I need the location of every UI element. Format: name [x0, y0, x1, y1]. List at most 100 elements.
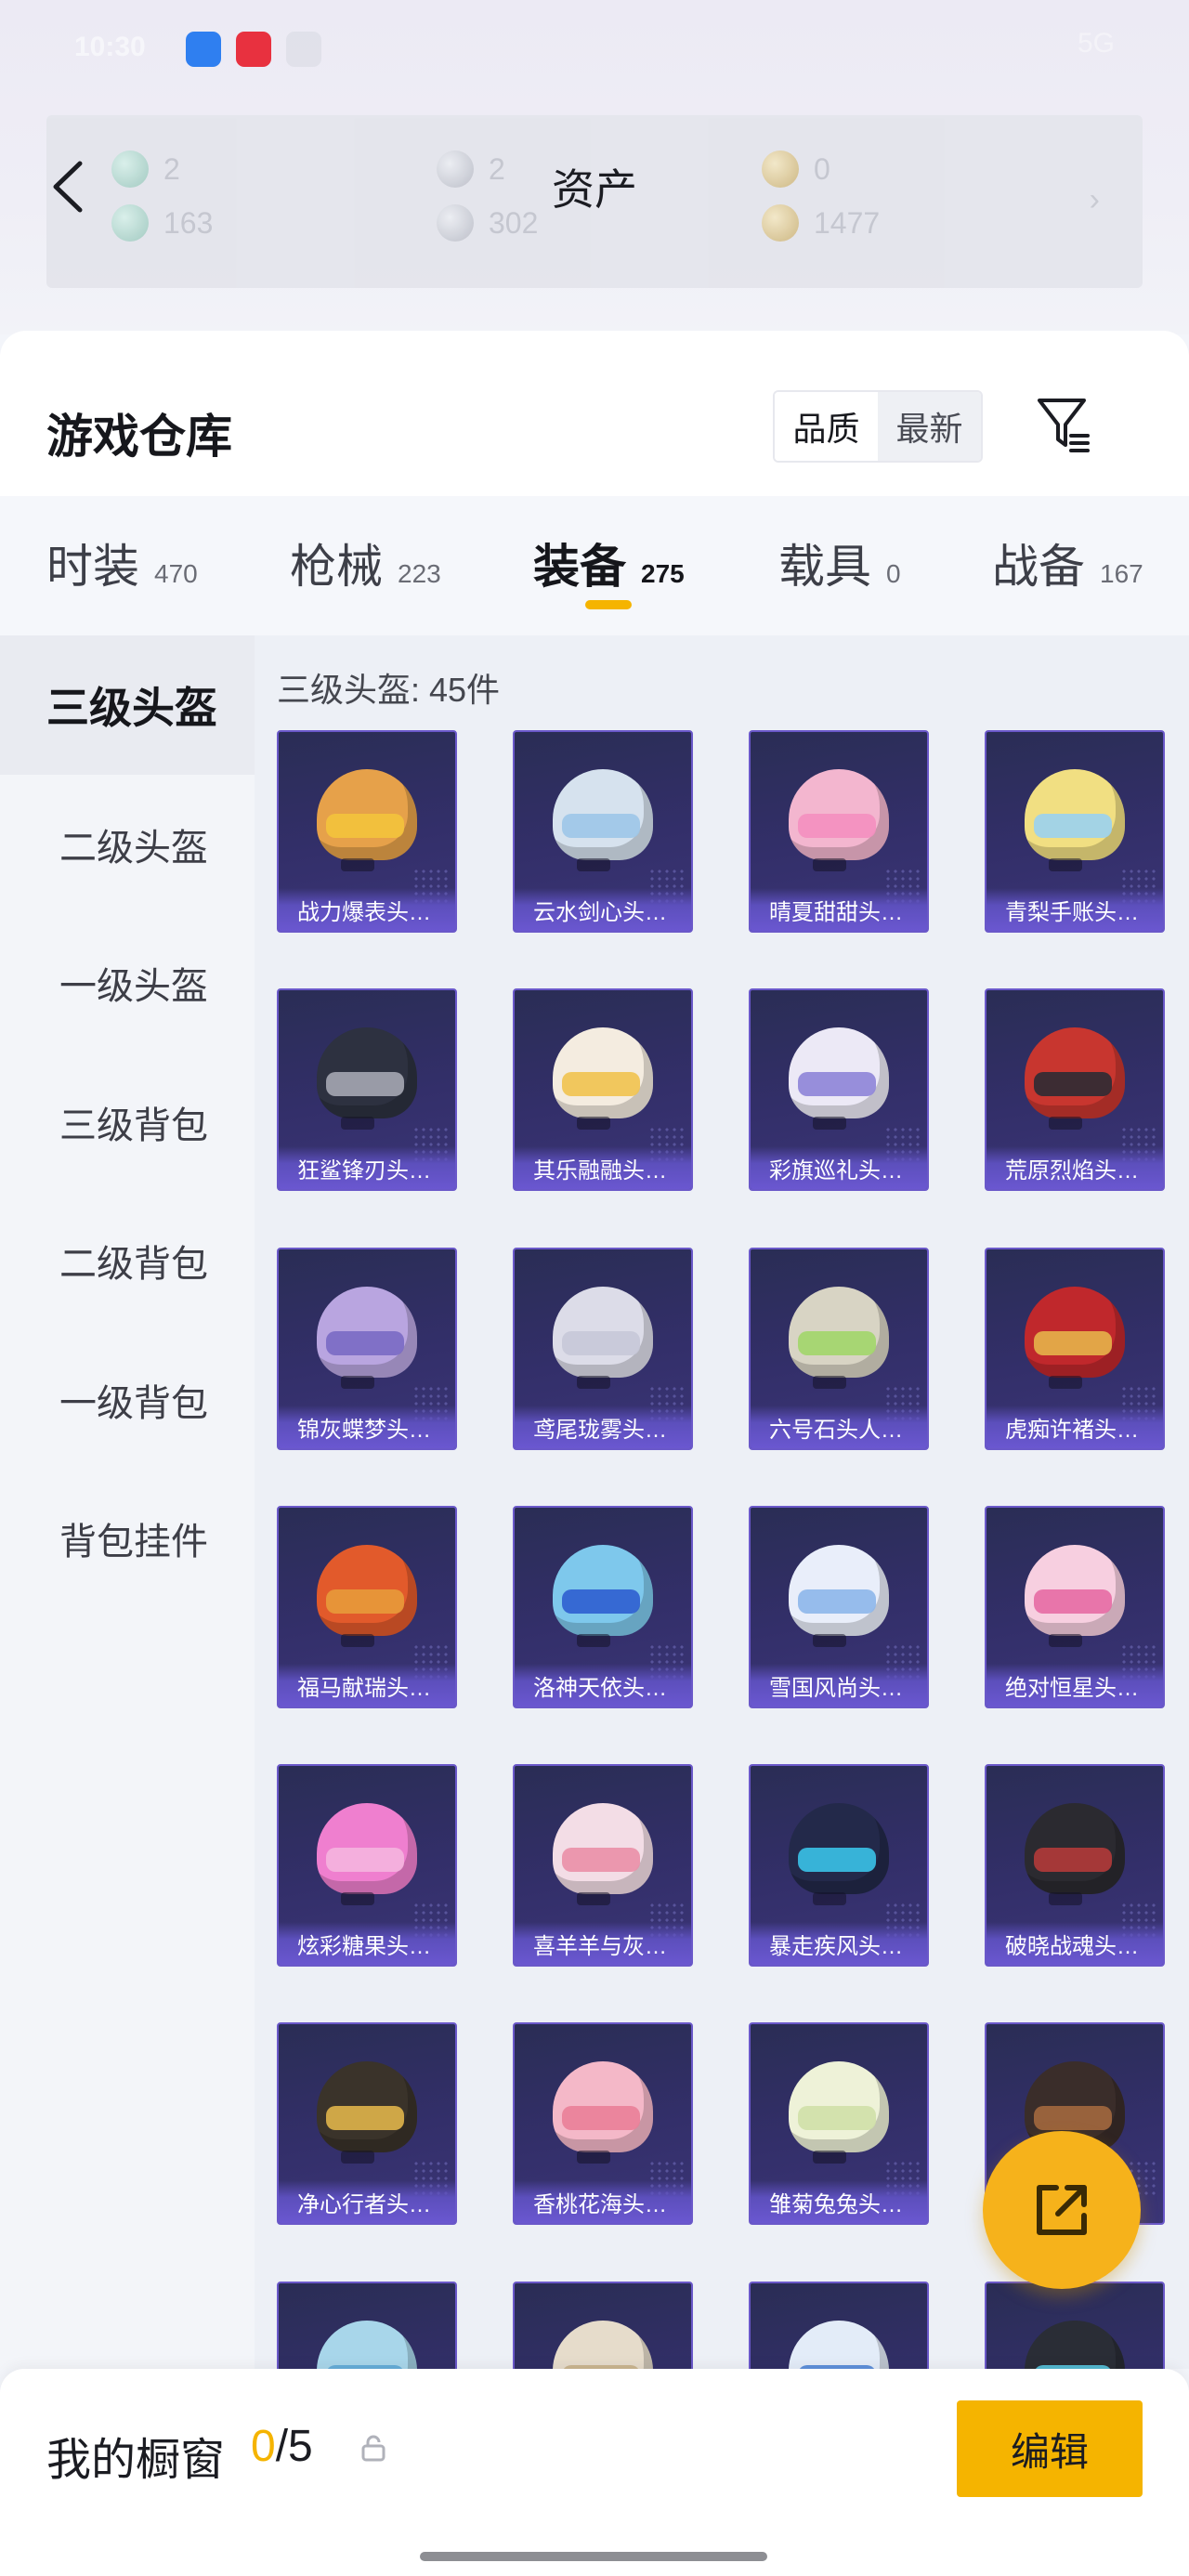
sidebar-item-6[interactable]: 背包挂件 [0, 1469, 255, 1608]
item-name: 彩旗巡礼头… [769, 1157, 903, 1183]
helmet-strap [341, 1376, 374, 1389]
share-button[interactable] [983, 2131, 1141, 2289]
item-card[interactable] [277, 2282, 457, 2369]
status-bar: 10:30 5G [0, 0, 1189, 102]
edit-showcase-button[interactable]: 编辑 [957, 2400, 1143, 2497]
helmet-visor [1034, 814, 1112, 838]
tab-label: 时装 [46, 541, 139, 593]
item-name: 破晓战魂头… [1005, 1933, 1139, 1959]
helmet-visor [326, 1589, 404, 1614]
item-card[interactable]: 彩旗巡礼头… [749, 988, 929, 1191]
item-card[interactable]: 雏菊兔兔头… [749, 2022, 929, 2225]
helmet-strap [577, 2151, 610, 2164]
item-name: 云水剑心头… [533, 899, 667, 925]
sort-option-newest[interactable]: 最新 [878, 392, 981, 461]
item-name-bar: 狂鲨锋刃头… [279, 1146, 455, 1189]
helmet-visor [1034, 1072, 1112, 1096]
item-card[interactable]: 青梨手账头… [985, 730, 1165, 933]
item-card[interactable]: 香桃花海头… [513, 2022, 693, 2225]
top-header-area: 10:30 5G 2 2 0 163 302 1477 资产 › [0, 0, 1189, 334]
helmet-strap [577, 1376, 610, 1389]
helmet-visor [798, 1331, 876, 1355]
item-card[interactable]: 暴走疾风头… [749, 1764, 929, 1967]
item-card[interactable]: 锦灰蝶梦头… [277, 1248, 457, 1450]
tab-2[interactable]: 装备 275 [533, 530, 685, 596]
item-card[interactable]: 荒原烈焰头… [985, 988, 1165, 1191]
item-card[interactable]: 福马献瑞头… [277, 1506, 457, 1708]
item-name: 战力爆表头… [297, 899, 431, 925]
helmet-visor [798, 814, 876, 838]
helmet-strap [341, 1892, 374, 1905]
item-card[interactable]: 喜羊羊与灰… [513, 1764, 693, 1967]
tab-count: 0 [886, 559, 901, 588]
tab-0[interactable]: 时装 470 [46, 530, 198, 596]
tab-1[interactable]: 枪械 223 [290, 530, 441, 596]
sidebar-item-4[interactable]: 二级背包 [0, 1191, 255, 1330]
item-name: 虎痴许褚头… [1005, 1417, 1139, 1443]
sidebar-item-2[interactable]: 一级头盔 [0, 913, 255, 1053]
item-card[interactable] [749, 2282, 929, 2369]
helmet-visor [1034, 2106, 1112, 2130]
item-name-bar: 战力爆表头… [279, 888, 455, 931]
item-name-bar: 喜羊羊与灰… [515, 1922, 691, 1965]
tab-label: 枪械 [290, 541, 383, 593]
helmet-strap [813, 1376, 846, 1389]
item-card[interactable]: 破晓战魂头… [985, 1764, 1165, 1967]
helmet-strap [341, 1634, 374, 1647]
item-card[interactable]: 六号石头人… [749, 1248, 929, 1450]
item-card[interactable]: 虎痴许褚头… [985, 1248, 1165, 1450]
item-grid-area: 三级头盔: 45件 战力爆表头… 云水剑心头… 晴夏甜甜头… 青梨手账头… 狂鲨锋刃头…… [255, 635, 1189, 2369]
item-card[interactable]: 鸢尾珑雾头… [513, 1248, 693, 1450]
item-name: 洛神天依头… [533, 1675, 667, 1701]
filter-icon [1038, 399, 1090, 452]
sidebar-item-3[interactable]: 三级背包 [0, 1053, 255, 1192]
item-name-bar: 晴夏甜甜头… [751, 888, 927, 931]
item-card[interactable]: 洛神天依头… [513, 1506, 693, 1708]
item-card[interactable]: 炫彩糖果头… [277, 1764, 457, 1967]
showcase-total: 5 [288, 2422, 313, 2471]
item-card[interactable]: 云水剑心头… [513, 730, 693, 933]
chevron-right-icon[interactable]: › [1090, 182, 1100, 218]
item-card[interactable] [513, 2282, 693, 2369]
item-card[interactable]: 雪国风尚头… [749, 1506, 929, 1708]
notification-icon [286, 32, 321, 67]
tab-label: 载具 [778, 541, 871, 593]
helmet-visor [1034, 1848, 1112, 1872]
helmet-strap [341, 858, 374, 871]
network-indicator: 5G [1077, 28, 1115, 59]
item-card[interactable] [985, 2282, 1165, 2369]
grid-count-header: 三级头盔: 45件 [277, 671, 501, 709]
showcase-bar: 我的橱窗 0 / 5 编辑 [0, 2369, 1189, 2576]
helmet-visor [562, 2106, 640, 2130]
filter-button[interactable] [1031, 390, 1096, 457]
sidebar-item-5[interactable]: 一级背包 [0, 1330, 255, 1470]
sort-option-quality[interactable]: 品质 [775, 392, 878, 461]
helmet-strap [813, 1892, 846, 1905]
helmet-visor [798, 1848, 876, 1872]
item-card[interactable]: 狂鲨锋刃头… [277, 988, 457, 1191]
tab-count: 470 [154, 559, 198, 588]
lock-icon [361, 2435, 385, 2462]
item-name: 喜羊羊与灰… [533, 1933, 667, 1959]
item-name-bar: 其乐融融头… [515, 1146, 691, 1189]
tab-label: 战备 [992, 541, 1085, 593]
sort-toggle[interactable]: 品质 最新 [773, 390, 983, 463]
tab-3[interactable]: 载具 0 [778, 530, 901, 596]
item-card[interactable]: 战力爆表头… [277, 730, 457, 933]
item-card[interactable]: 绝对恒星头… [985, 1506, 1165, 1708]
sidebar-item-0[interactable]: 三级头盔 [0, 635, 255, 775]
item-name-bar: 福马献瑞头… [279, 1664, 455, 1706]
item-name-bar: 暴走疾风头… [751, 1922, 927, 1965]
helmet-strap [577, 1892, 610, 1905]
item-card[interactable]: 净心行者头… [277, 2022, 457, 2225]
item-card[interactable]: 其乐融融头… [513, 988, 693, 1191]
sidebar-item-1[interactable]: 二级头盔 [0, 775, 255, 914]
tab-4[interactable]: 战备 167 [992, 530, 1143, 596]
category-tabs: 时装 470 枪械 223 装备 275 载具 0 战备 167 [0, 496, 1189, 635]
helmet-visor [562, 1331, 640, 1355]
item-name: 青梨手账头… [1005, 899, 1139, 925]
helmet-visor [562, 1589, 640, 1614]
helmet-strap [577, 1117, 610, 1130]
item-name: 雏菊兔兔头… [769, 2191, 903, 2217]
item-card[interactable]: 晴夏甜甜头… [749, 730, 929, 933]
